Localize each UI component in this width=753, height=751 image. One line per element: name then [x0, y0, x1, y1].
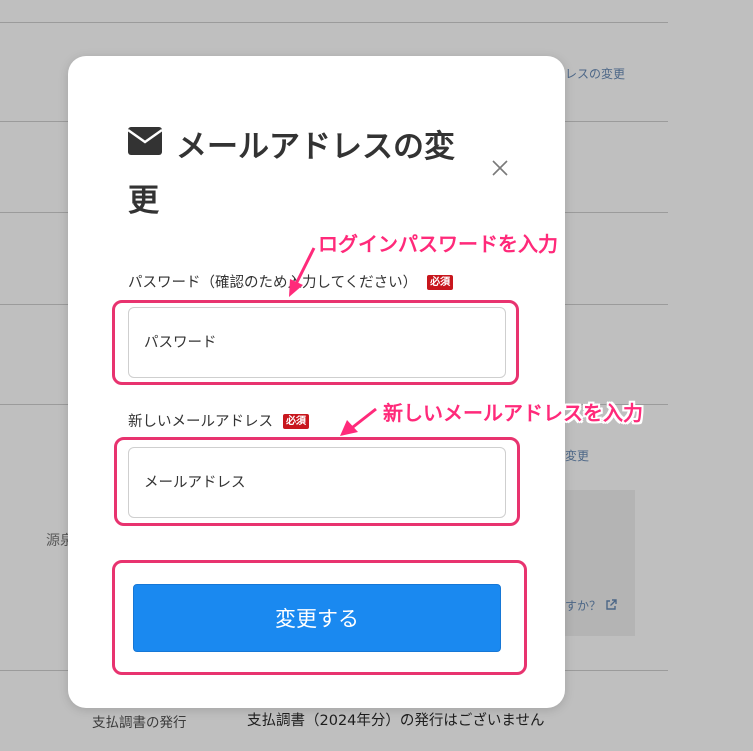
external-link-icon [605, 599, 617, 613]
footer-value: 支払調書（2024年分）の発行はございません [247, 713, 545, 729]
password-field-label: パスワード（確認のため入力してください） 必須 [128, 271, 454, 292]
help-link-label: すか？ [565, 599, 602, 613]
highlight-email [114, 437, 520, 526]
modal-title: メールアドレスの変更 [127, 118, 473, 228]
callout-email: 新しいメールアドレスを入力 [383, 401, 643, 425]
password-label-text: パスワード（確認のため入力してください） [128, 275, 418, 291]
divider [0, 22, 668, 23]
help-link[interactable]: すか？ [565, 597, 617, 614]
envelope-icon [127, 118, 163, 172]
footer-label: 支払調書の発行 [92, 715, 187, 731]
highlight-password [112, 300, 519, 385]
close-icon [492, 160, 508, 176]
change-email-link[interactable]: レスの変更 [565, 65, 625, 82]
email-field-label: 新しいメールアドレス 必須 [128, 410, 309, 431]
callout-password: ログインパスワードを入力 [318, 232, 558, 256]
required-badge: 必須 [283, 414, 309, 429]
modal-title-text: メールアドレスの変更 [128, 129, 455, 219]
change-link[interactable]: 変更 [565, 447, 589, 464]
highlight-submit [112, 560, 527, 675]
required-badge: 必須 [427, 275, 454, 290]
close-button[interactable] [488, 156, 512, 180]
email-label-text: 新しいメールアドレス [128, 414, 273, 430]
